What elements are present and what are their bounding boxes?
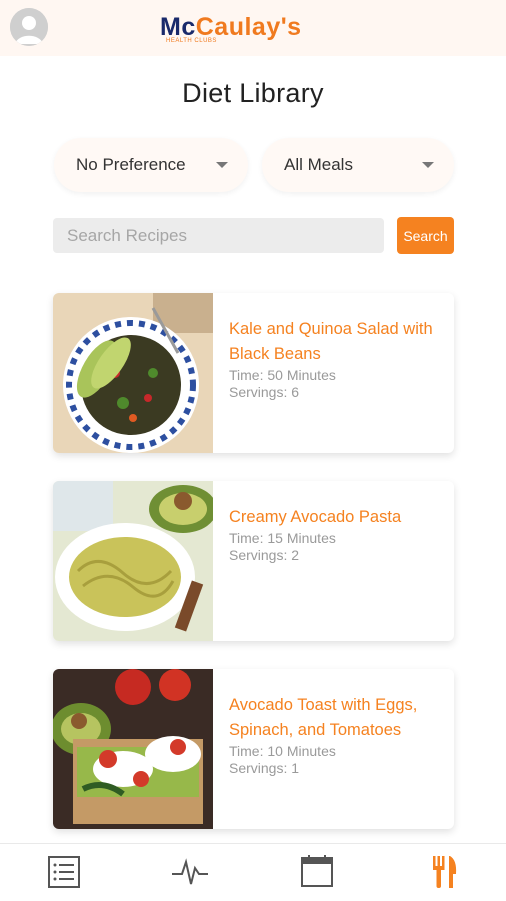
calendar-icon[interactable] bbox=[297, 854, 337, 890]
recipe-name: Avocado Toast with Eggs, Spinach, and To… bbox=[229, 696, 418, 739]
fork-knife-icon[interactable] bbox=[424, 854, 464, 890]
recipe-image-avocado-toast bbox=[53, 669, 213, 829]
recipe-info: Kale and Quinoa Salad with Black Beans T… bbox=[229, 317, 444, 401]
app-logo: McCaulay's HEALTH CLUBS bbox=[160, 13, 302, 44]
recipe-card[interactable]: Avocado Toast with Eggs, Spinach, and To… bbox=[53, 669, 454, 829]
recipe-name: Kale and Quinoa Salad with Black Beans bbox=[229, 320, 433, 363]
recipe-image-avocado-pasta bbox=[53, 481, 213, 641]
chevron-down-icon bbox=[216, 162, 228, 168]
recipe-info: Creamy Avocado Pasta Time: 15 Minutes Se… bbox=[229, 505, 444, 564]
search-button[interactable]: Search bbox=[397, 217, 454, 254]
recipe-servings: Servings: 1 bbox=[229, 760, 300, 776]
recipe-info: Avocado Toast with Eggs, Spinach, and To… bbox=[229, 693, 444, 777]
bottom-nav bbox=[0, 843, 506, 901]
list-icon[interactable] bbox=[44, 854, 84, 890]
recipe-image-kale-quinoa bbox=[53, 293, 213, 453]
search-input[interactable] bbox=[53, 218, 384, 253]
pulse-icon[interactable] bbox=[170, 854, 210, 890]
page-title: Diet Library bbox=[182, 78, 324, 108]
recipe-time: Time: 15 Minutes bbox=[229, 530, 336, 546]
meals-value: All Meals bbox=[284, 155, 353, 174]
preference-dropdown[interactable]: No Preference bbox=[54, 138, 248, 192]
recipe-card[interactable]: Kale and Quinoa Salad with Black Beans T… bbox=[53, 293, 454, 453]
recipe-servings: Servings: 6 bbox=[229, 384, 300, 400]
user-avatar-icon[interactable] bbox=[10, 8, 48, 46]
top-bar: McCaulay's HEALTH CLUBS bbox=[0, 0, 506, 56]
recipe-name: Creamy Avocado Pasta bbox=[229, 508, 402, 526]
recipe-servings: Servings: 2 bbox=[229, 547, 300, 563]
preference-value: No Preference bbox=[76, 155, 186, 174]
recipe-time: Time: 10 Minutes bbox=[229, 743, 336, 759]
meals-dropdown[interactable]: All Meals bbox=[262, 138, 454, 192]
recipe-card[interactable]: Creamy Avocado Pasta Time: 15 Minutes Se… bbox=[53, 481, 454, 641]
recipe-time: Time: 50 Minutes bbox=[229, 367, 336, 383]
chevron-down-icon bbox=[422, 162, 434, 168]
